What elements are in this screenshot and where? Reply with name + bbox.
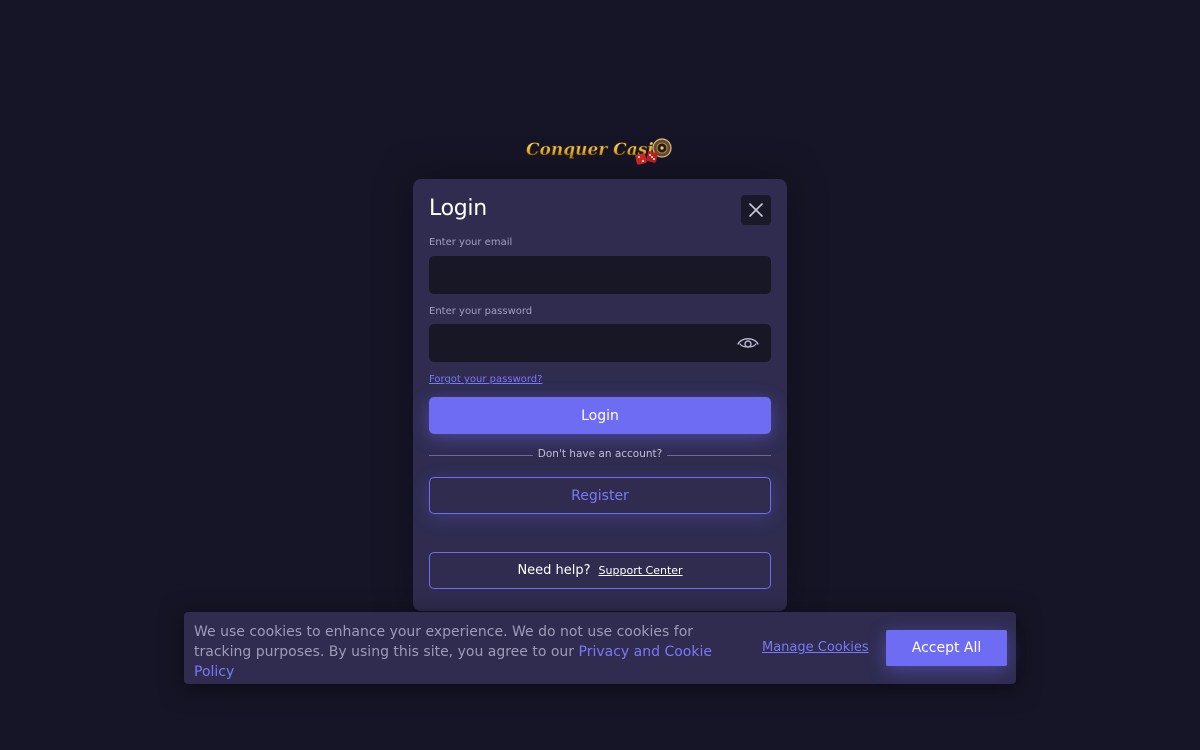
close-icon: [749, 203, 763, 217]
brand-logo[interactable]: Conquer Casin: [520, 132, 680, 174]
eye-icon[interactable]: [737, 335, 759, 351]
help-text: Need help?: [517, 563, 591, 578]
password-label: Enter your password: [429, 306, 533, 317]
support-center-link[interactable]: Support Center: [599, 564, 683, 577]
help-box: Need help? Support Center: [429, 552, 771, 589]
login-button[interactable]: Login: [429, 397, 771, 434]
close-button[interactable]: [741, 195, 771, 225]
cookie-banner: We use cookies to enhance your experienc…: [184, 612, 1016, 684]
divider-text: Don't have an account?: [537, 448, 663, 460]
register-button[interactable]: Register: [429, 477, 771, 514]
login-modal: Login Enter your email Enter your passwo…: [413, 179, 787, 611]
divider-line-right: [667, 455, 771, 456]
cookie-message: We use cookies to enhance your experienc…: [194, 622, 739, 682]
email-label: Enter your email: [429, 237, 513, 248]
email-field[interactable]: [429, 256, 771, 294]
password-field[interactable]: [429, 324, 771, 362]
manage-cookies-link[interactable]: Manage Cookies: [762, 640, 869, 655]
page: Conquer Casin Login Enter your email Ent…: [0, 0, 1200, 750]
accept-all-button[interactable]: Accept All: [886, 630, 1007, 666]
logo-graphic: Conquer Casin: [526, 138, 672, 165]
divider: Don't have an account?: [429, 447, 771, 463]
forgot-password-link[interactable]: Forgot your password?: [429, 374, 542, 385]
modal-title: Login: [429, 196, 487, 221]
